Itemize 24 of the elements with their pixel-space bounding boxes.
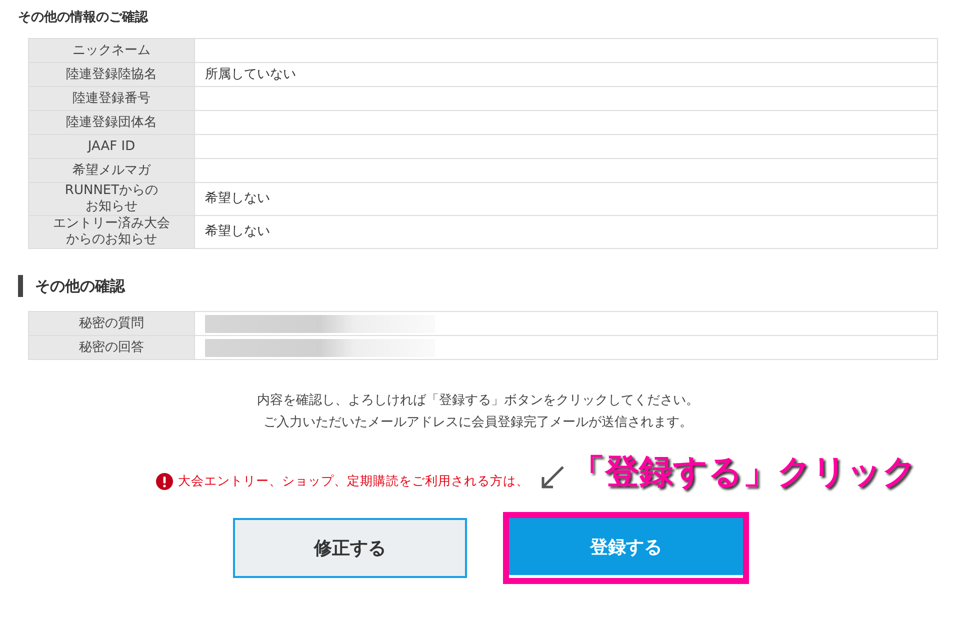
alert-icon <box>156 472 173 490</box>
row-label: 秘密の回答 <box>28 336 194 360</box>
section-heading: その他の確認 <box>18 275 938 297</box>
row-label: 陸連登録番号 <box>28 86 194 110</box>
row-label: 陸連登録団体名 <box>28 110 194 134</box>
row-value: 所属していない <box>205 66 296 82</box>
annotation-text: 「登録する」クリック <box>571 451 917 494</box>
button[interactable]: 修正する <box>233 518 467 578</box>
row-label: エントリー済み大会 <box>53 216 170 232</box>
row-label: お知らせ <box>86 199 138 215</box>
row-label: RUNNETからの <box>64 183 158 199</box>
row-value: 希望しない <box>205 191 270 206</box>
row-label: 希望メルマガ <box>28 158 194 182</box>
row-value: 希望しない <box>205 224 270 239</box>
row-label: 陸連登録陸協名 <box>28 62 194 86</box>
row-label: ニックネーム <box>28 38 194 62</box>
arrow-icon <box>539 465 565 491</box>
section-heading: その他の情報のご確認 <box>18 9 150 26</box>
row-label: JAAF ID <box>28 134 194 158</box>
row-label: からのお知らせ <box>66 232 157 248</box>
instruction-text: 内容を確認し、よろしければ「登録する」ボタンをクリックしてください。 <box>256 392 700 410</box>
row-label: 秘密の質問 <box>28 312 194 336</box>
instruction-text: ご入力いただいたメールアドレスに会員登録完了メールが送信されます。 <box>262 414 694 432</box>
notice-text: 大会エントリー、ショップ、定期購読をご利用される方は、 <box>178 472 529 490</box>
